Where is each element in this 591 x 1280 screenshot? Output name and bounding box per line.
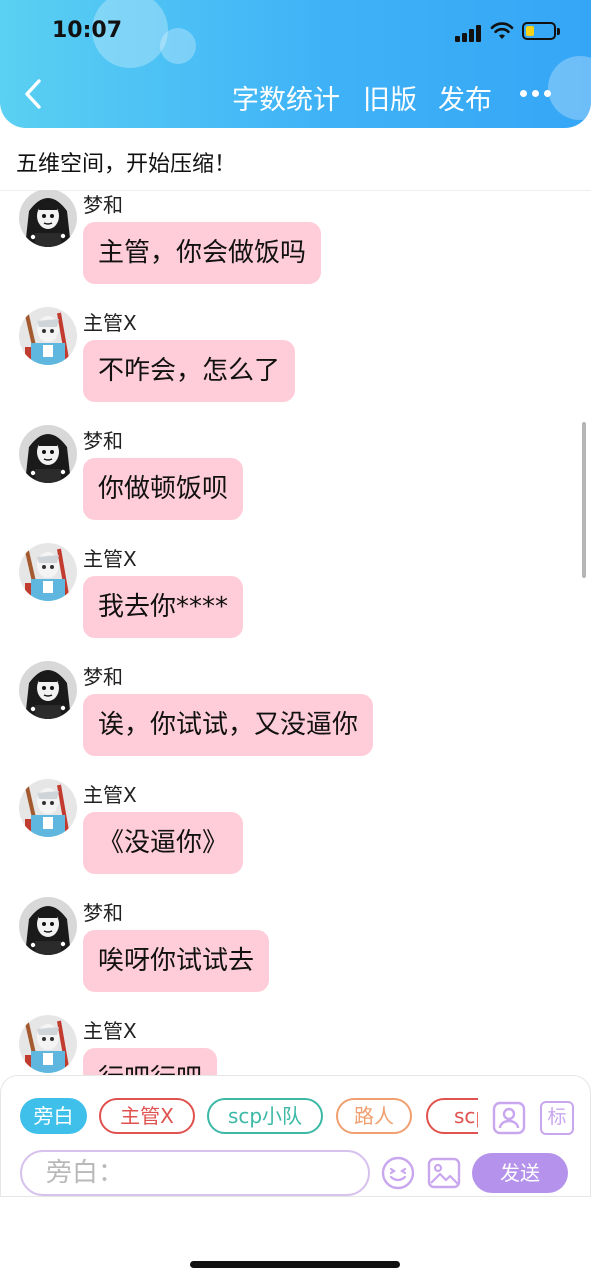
avatar[interactable]: [19, 1015, 77, 1073]
message-row[interactable]: 主管X 我去你****: [0, 543, 591, 661]
message-bubble[interactable]: 我去你****: [83, 576, 244, 638]
send-button[interactable]: 发送: [472, 1153, 568, 1193]
role-chip[interactable]: scp: [426, 1098, 478, 1134]
home-indicator: [190, 1261, 400, 1268]
avatar[interactable]: [19, 897, 77, 955]
sender-name: 主管X: [83, 1019, 137, 1043]
top-header: 10:07 字数统计 旧版 发布: [0, 0, 591, 128]
message-row[interactable]: 梦和主管，你会做饭吗: [0, 190, 591, 307]
publish-button[interactable]: 发布: [438, 78, 492, 117]
tag-button[interactable]: 标: [540, 1101, 574, 1135]
message-bubble[interactable]: 诶，你试试，又没逼你: [83, 694, 374, 756]
more-dots-icon[interactable]: [520, 90, 552, 100]
message-bubble[interactable]: 你做顿饭呗: [83, 458, 244, 520]
chat-list[interactable]: 梦和 主管，你会做饭吗 主管X 不咋会，怎么了 梦和 你做顿饭呗 主管X 我去你**** 梦和诶…: [0, 190, 591, 1075]
image-icon[interactable]: [427, 1156, 461, 1190]
message-bubble[interactable]: 行吧行吧: [83, 1048, 218, 1075]
avatar[interactable]: [19, 307, 77, 365]
message-row[interactable]: 主管X 《没逼你》: [0, 779, 591, 897]
chevron-left-icon[interactable]: [22, 78, 44, 110]
message-row[interactable]: 主管X 行吧行吧: [0, 1015, 591, 1075]
status-time: 10:07: [52, 18, 123, 43]
sender-name: 主管X: [83, 311, 137, 335]
message-bubble[interactable]: 不咋会，怎么了: [83, 340, 296, 402]
message-row[interactable]: 梦和 唉呀你试试去: [0, 897, 591, 1015]
role-chip[interactable]: 路人: [336, 1098, 412, 1134]
sender-name: 主管X: [83, 547, 137, 571]
role-chip-list[interactable]: 旁白主管X scp小队路人 scp: [0, 1098, 478, 1138]
role-chip[interactable]: 主管X: [99, 1098, 195, 1134]
message-row[interactable]: 主管X 不咋会，怎么了: [0, 307, 591, 425]
avatar[interactable]: [19, 779, 77, 837]
sender-name: 主管X: [83, 783, 137, 807]
old-version-button[interactable]: 旧版: [363, 78, 417, 117]
emoji-icon[interactable]: [381, 1156, 415, 1190]
message-row[interactable]: 梦和诶，你试试，又没逼你: [0, 661, 591, 779]
avatar[interactable]: [19, 190, 77, 247]
role-chip[interactable]: scp小队: [207, 1098, 323, 1134]
person-card-icon[interactable]: [492, 1101, 526, 1135]
sender-name: 梦和: [83, 429, 123, 453]
battery-icon: [522, 22, 560, 40]
wifi-icon: [490, 22, 514, 39]
message-bubble[interactable]: 主管，你会做饭吗: [83, 222, 322, 284]
avatar[interactable]: [19, 543, 77, 601]
message-bubble[interactable]: 《没逼你》: [83, 812, 244, 874]
scrollbar[interactable]: [582, 422, 586, 578]
signal-icon: [455, 24, 485, 42]
sender-name: 梦和: [83, 193, 123, 217]
avatar[interactable]: [19, 661, 77, 719]
message-row[interactable]: 梦和 你做顿饭呗: [0, 425, 591, 543]
message-bubble[interactable]: 唉呀你试试去: [83, 930, 270, 992]
role-chip[interactable]: 旁白: [20, 1098, 87, 1134]
word-count-button[interactable]: 字数统计: [232, 78, 340, 117]
avatar[interactable]: [19, 425, 77, 483]
sender-name: 梦和: [83, 665, 123, 689]
sender-name: 梦和: [83, 901, 123, 925]
narration-input[interactable]: 旁白：: [20, 1150, 370, 1196]
story-title[interactable]: 五维空间，开始压缩！: [16, 146, 236, 178]
